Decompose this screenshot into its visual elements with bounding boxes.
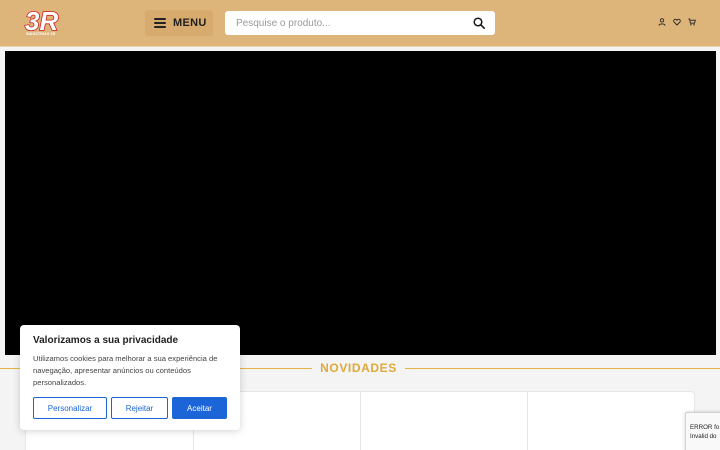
menu-label: MENU [173,17,207,29]
accept-button[interactable]: Aceitar [172,397,227,419]
logo-caption: INDÚSTRIAS 3R [26,32,56,36]
menu-button[interactable]: MENU [145,10,213,36]
recaptcha-error-line2: Invalid do [690,433,717,440]
search-icon[interactable] [473,17,485,29]
recaptcha-error-line1: ERROR fo [690,424,720,431]
search-input[interactable] [225,11,465,35]
cookie-title: Valorizamos a sua privacidade [33,335,179,346]
site-header: 3R 3R INDÚSTRIAS 3R MENU [0,0,720,46]
reject-button[interactable]: Rejeitar [111,397,168,419]
heart-icon[interactable] [673,18,681,26]
cart-icon[interactable] [688,18,696,26]
recaptcha-badge[interactable]: ERROR fo Invalid do [685,412,720,450]
section-title-novidades: NOVIDADES [320,361,397,375]
cookie-actions: Personalizar Rejeitar Aceitar [33,397,227,419]
user-icon[interactable] [658,18,666,26]
heading-line-right [405,368,720,369]
product-card[interactable] [528,392,696,450]
product-card[interactable] [361,392,528,450]
header-actions [658,18,696,26]
cookie-description: Utilizamos cookies para melhorar a sua e… [33,354,218,387]
search-box [225,11,495,35]
customize-button[interactable]: Personalizar [33,397,107,419]
header-divider [0,46,720,47]
hamburger-icon [154,18,166,28]
cookie-consent-banner: Valorizamos a sua privacidade Utilizamos… [20,325,240,430]
hero-video[interactable] [5,51,716,355]
